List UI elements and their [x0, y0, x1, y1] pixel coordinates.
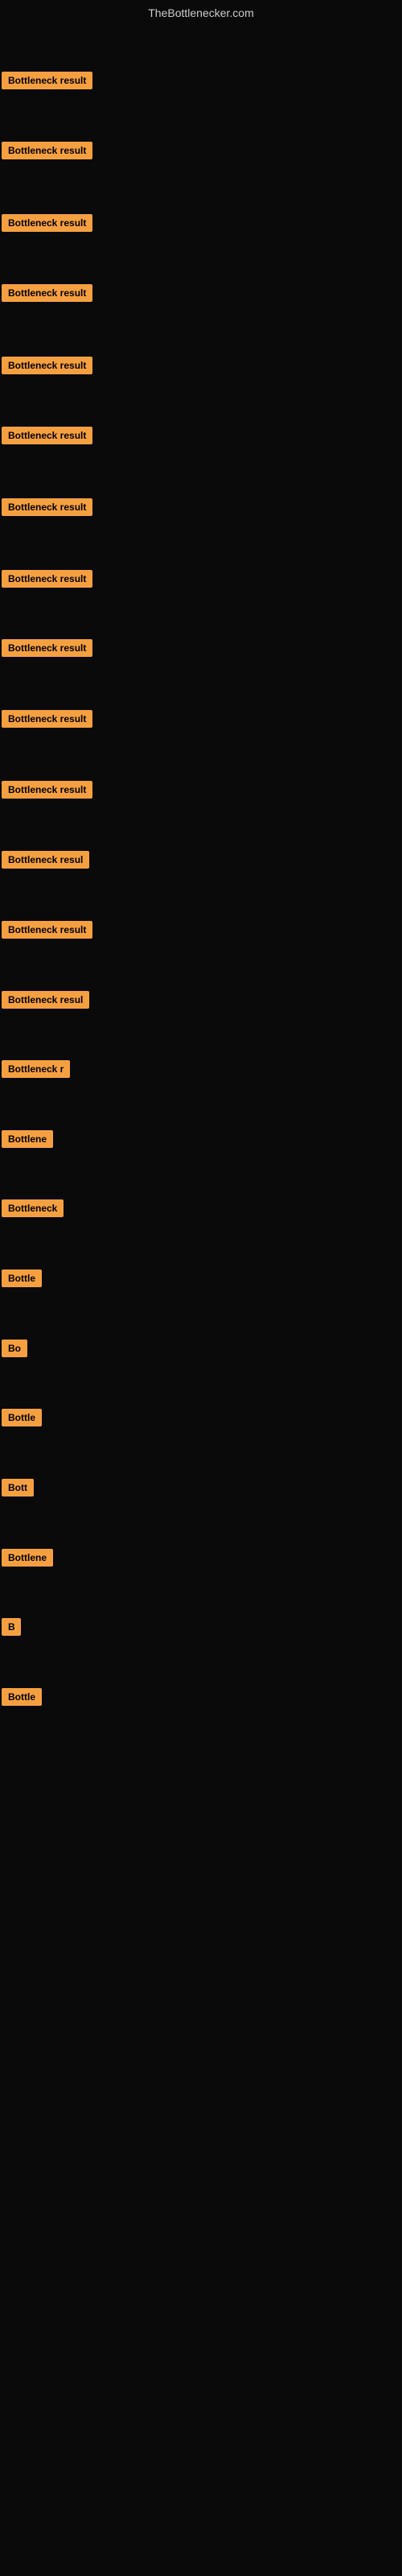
- result-row-1: Bottleneck result: [0, 68, 94, 97]
- result-row-16: Bottlene: [0, 1127, 55, 1155]
- result-row-19: Bo: [0, 1336, 29, 1364]
- bottleneck-badge-10[interactable]: Bottleneck result: [2, 710, 92, 728]
- bottleneck-badge-16[interactable]: Bottlene: [2, 1130, 53, 1148]
- result-row-22: Bottlene: [0, 1546, 55, 1574]
- result-row-23: B: [0, 1615, 23, 1643]
- result-row-2: Bottleneck result: [0, 138, 94, 167]
- result-row-21: Bott: [0, 1476, 35, 1504]
- result-row-17: Bottleneck: [0, 1196, 65, 1224]
- bottleneck-badge-15[interactable]: Bottleneck r: [2, 1060, 70, 1078]
- result-row-14: Bottleneck resul: [0, 988, 91, 1016]
- bottleneck-badge-17[interactable]: Bottleneck: [2, 1199, 64, 1217]
- result-row-11: Bottleneck result: [0, 778, 94, 806]
- bottleneck-badge-23[interactable]: B: [2, 1618, 21, 1636]
- result-row-4: Bottleneck result: [0, 281, 94, 309]
- bottleneck-badge-18[interactable]: Bottle: [2, 1269, 42, 1287]
- bottleneck-badge-20[interactable]: Bottle: [2, 1409, 42, 1426]
- bottleneck-badge-12[interactable]: Bottleneck resul: [2, 851, 89, 869]
- bottleneck-badge-14[interactable]: Bottleneck resul: [2, 991, 89, 1009]
- result-row-13: Bottleneck result: [0, 918, 94, 946]
- result-row-12: Bottleneck resul: [0, 848, 91, 876]
- result-row-15: Bottleneck r: [0, 1057, 72, 1085]
- bottleneck-badge-19[interactable]: Bo: [2, 1340, 27, 1357]
- bottleneck-badge-11[interactable]: Bottleneck result: [2, 781, 92, 799]
- result-row-9: Bottleneck result: [0, 636, 94, 664]
- bottleneck-badge-5[interactable]: Bottleneck result: [2, 357, 92, 374]
- result-row-10: Bottleneck result: [0, 707, 94, 735]
- bottleneck-badge-4[interactable]: Bottleneck result: [2, 284, 92, 302]
- site-title-container: TheBottlenecker.com: [0, 0, 402, 23]
- bottleneck-badge-6[interactable]: Bottleneck result: [2, 427, 92, 444]
- bottleneck-badge-3[interactable]: Bottleneck result: [2, 214, 92, 232]
- result-row-6: Bottleneck result: [0, 423, 94, 452]
- bottleneck-badge-13[interactable]: Bottleneck result: [2, 921, 92, 939]
- site-title: TheBottlenecker.com: [0, 0, 402, 23]
- bottleneck-badge-21[interactable]: Bott: [2, 1479, 34, 1496]
- result-row-24: Bottle: [0, 1685, 43, 1713]
- bottleneck-badge-9[interactable]: Bottleneck result: [2, 639, 92, 657]
- result-row-20: Bottle: [0, 1406, 43, 1434]
- result-row-18: Bottle: [0, 1266, 43, 1294]
- results-container: Bottleneck result Bottleneck result Bottle…: [0, 23, 402, 2566]
- bottleneck-badge-1[interactable]: Bottleneck result: [2, 72, 92, 89]
- result-row-7: Bottleneck result: [0, 495, 94, 523]
- result-row-5: Bottleneck result: [0, 353, 94, 382]
- bottleneck-badge-7[interactable]: Bottleneck result: [2, 498, 92, 516]
- bottleneck-badge-2[interactable]: Bottleneck result: [2, 142, 92, 159]
- result-row-3: Bottleneck result: [0, 211, 94, 239]
- bottleneck-badge-8[interactable]: Bottleneck result: [2, 570, 92, 588]
- result-row-8: Bottleneck result: [0, 567, 94, 595]
- bottleneck-badge-24[interactable]: Bottle: [2, 1688, 42, 1706]
- bottleneck-badge-22[interactable]: Bottlene: [2, 1549, 53, 1567]
